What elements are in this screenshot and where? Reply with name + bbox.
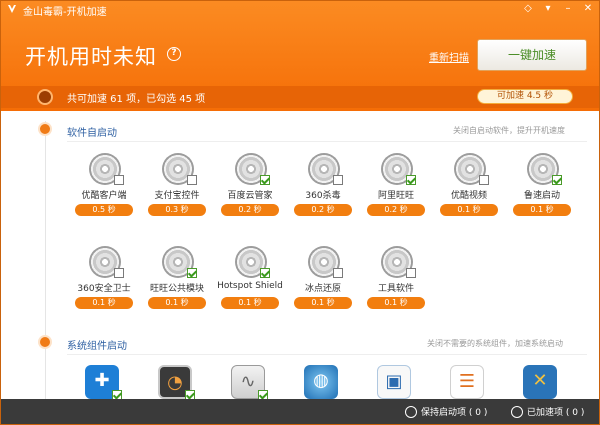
item-name: 旺旺公共模块 bbox=[149, 284, 204, 294]
item-name: 冰点还原 bbox=[304, 284, 341, 294]
speed-badge: 可加速 4.5 秒 bbox=[477, 89, 573, 104]
item-checkbox[interactable] bbox=[187, 268, 197, 278]
speed-badge-label: 可加速 4.5 秒 bbox=[496, 91, 554, 101]
startup-item[interactable]: Hotspot Shield 0.1 秒 bbox=[213, 246, 287, 316]
header: 金山毒霸-开机加速 ◇ ▾ – ✕ 开机用时未知 ? 重新扫描 一键加速 共可加… bbox=[1, 1, 599, 111]
startup-item[interactable]: 支付宝控件 0.3 秒 bbox=[140, 153, 214, 223]
item-time-badge: 0.2 秒 bbox=[367, 204, 425, 216]
item-time-badge: 0.5 秒 bbox=[75, 204, 133, 216]
item-checkbox[interactable] bbox=[406, 268, 416, 278]
title-bar: 金山毒霸-开机加速 ◇ ▾ – ✕ bbox=[1, 1, 599, 18]
item-checkbox[interactable] bbox=[333, 268, 343, 278]
menu-icon[interactable]: ▾ bbox=[541, 2, 555, 15]
item-time-badge: 0.1 秒 bbox=[440, 204, 498, 216]
section-title-software: 软件自启动 bbox=[67, 128, 117, 139]
list-icon[interactable]: ☰ bbox=[450, 365, 484, 399]
rescan-link[interactable]: 重新扫描 bbox=[429, 49, 469, 64]
item-time-badge: 0.1 秒 bbox=[148, 297, 206, 309]
keep-label: 保持启动项 ( 0 ) bbox=[421, 408, 488, 418]
keep-startup-button[interactable]: 保持启动项 ( 0 ) bbox=[405, 405, 487, 418]
item-time-badge: 0.1 秒 bbox=[513, 204, 571, 216]
startup-item[interactable]: 冰点还原 0.1 秒 bbox=[286, 246, 360, 316]
accelerated-label: 已加速项 ( 0 ) bbox=[527, 408, 585, 418]
item-checkbox[interactable] bbox=[333, 175, 343, 185]
item-name: 工具软件 bbox=[377, 284, 414, 294]
monitor-icon[interactable]: ▣ bbox=[377, 365, 411, 399]
window-controls: ◇ ▾ – ✕ bbox=[521, 2, 595, 15]
item-time-badge: 0.2 秒 bbox=[221, 204, 279, 216]
startup-item[interactable]: 阿里旺旺 0.2 秒 bbox=[359, 153, 433, 223]
item-checkbox[interactable] bbox=[260, 175, 270, 185]
section-divider bbox=[67, 141, 587, 142]
item-checkbox[interactable] bbox=[552, 175, 562, 185]
stat-summary: 共可加速 61 项，已勾选 45 项 bbox=[67, 94, 206, 105]
tools-icon[interactable]: ✕ bbox=[523, 365, 557, 399]
timeline-line bbox=[45, 121, 46, 401]
startup-item[interactable]: 优酷客户端 0.5 秒 bbox=[67, 153, 141, 223]
timer-icon bbox=[37, 89, 53, 105]
close-icon[interactable]: ✕ bbox=[581, 2, 595, 15]
app-window: 金山毒霸-开机加速 ◇ ▾ – ✕ 开机用时未知 ? 重新扫描 一键加速 共可加… bbox=[0, 0, 600, 425]
item-time-badge: 0.1 秒 bbox=[75, 297, 133, 309]
startup-item[interactable]: 百度云管家 0.2 秒 bbox=[213, 153, 287, 223]
keep-icon bbox=[405, 405, 417, 418]
app-title: 金山毒霸-开机加速 bbox=[23, 7, 107, 18]
item-time-badge: 0.1 秒 bbox=[367, 297, 425, 309]
startup-item[interactable]: 旺旺公共模块 0.1 秒 bbox=[140, 246, 214, 316]
item-time-badge: 0.3 秒 bbox=[148, 204, 206, 216]
startup-item[interactable]: 鲁速启动 0.1 秒 bbox=[505, 153, 579, 223]
item-time-badge: 0.1 秒 bbox=[221, 297, 279, 309]
item-checkbox[interactable] bbox=[260, 268, 270, 278]
item-checkbox[interactable] bbox=[406, 175, 416, 185]
item-name: 阿里旺旺 bbox=[377, 191, 414, 201]
item-checkbox[interactable] bbox=[479, 175, 489, 185]
section-divider bbox=[67, 354, 587, 355]
section-hint-software: 关闭自启动软件，提升开机速度 bbox=[453, 126, 565, 135]
item-name: 360杀毒 bbox=[305, 191, 341, 201]
accelerated-button[interactable]: 已加速项 ( 0 ) bbox=[511, 405, 584, 418]
app-logo-icon bbox=[8, 5, 16, 13]
item-time-badge: 0.2 秒 bbox=[294, 204, 352, 216]
meter-icon[interactable]: ◍ bbox=[304, 365, 338, 399]
item-name: 百度云管家 bbox=[227, 191, 273, 201]
item-checkbox[interactable] bbox=[114, 268, 124, 278]
section-title-system: 系统组件启动 bbox=[67, 341, 127, 352]
skin-icon[interactable]: ◇ bbox=[521, 2, 535, 15]
item-checkbox[interactable] bbox=[187, 175, 197, 185]
startup-item[interactable]: 360安全卫士 0.1 秒 bbox=[67, 246, 141, 316]
item-name: Hotspot Shield bbox=[217, 281, 283, 291]
minimize-icon[interactable]: – bbox=[561, 2, 575, 15]
item-name: 360安全卫士 bbox=[77, 284, 131, 294]
footer-bar: 保持启动项 ( 0 ) 已加速项 ( 0 ) bbox=[1, 399, 599, 424]
one-click-speedup-button[interactable]: 一键加速 bbox=[477, 39, 587, 71]
item-name: 优酷视频 bbox=[450, 191, 487, 201]
startup-item[interactable]: 360杀毒 0.2 秒 bbox=[286, 153, 360, 223]
item-time-badge: 0.1 秒 bbox=[294, 297, 352, 309]
item-name: 支付宝控件 bbox=[154, 191, 200, 201]
startup-item[interactable]: 优酷视频 0.1 秒 bbox=[432, 153, 506, 223]
help-icon[interactable]: ? bbox=[167, 47, 181, 61]
startup-item[interactable]: 工具软件 0.1 秒 bbox=[359, 246, 433, 316]
item-checkbox[interactable] bbox=[114, 175, 124, 185]
rocket-icon bbox=[511, 405, 523, 418]
page-title: 开机用时未知 bbox=[25, 45, 157, 69]
section-badge-icon bbox=[38, 335, 52, 349]
section-hint-system: 关闭不需要的系统组件，加速系统启动 bbox=[427, 339, 563, 348]
item-name: 优酷客户端 bbox=[81, 191, 127, 201]
item-name: 鲁速启动 bbox=[523, 191, 560, 201]
section-badge-icon bbox=[38, 122, 52, 136]
